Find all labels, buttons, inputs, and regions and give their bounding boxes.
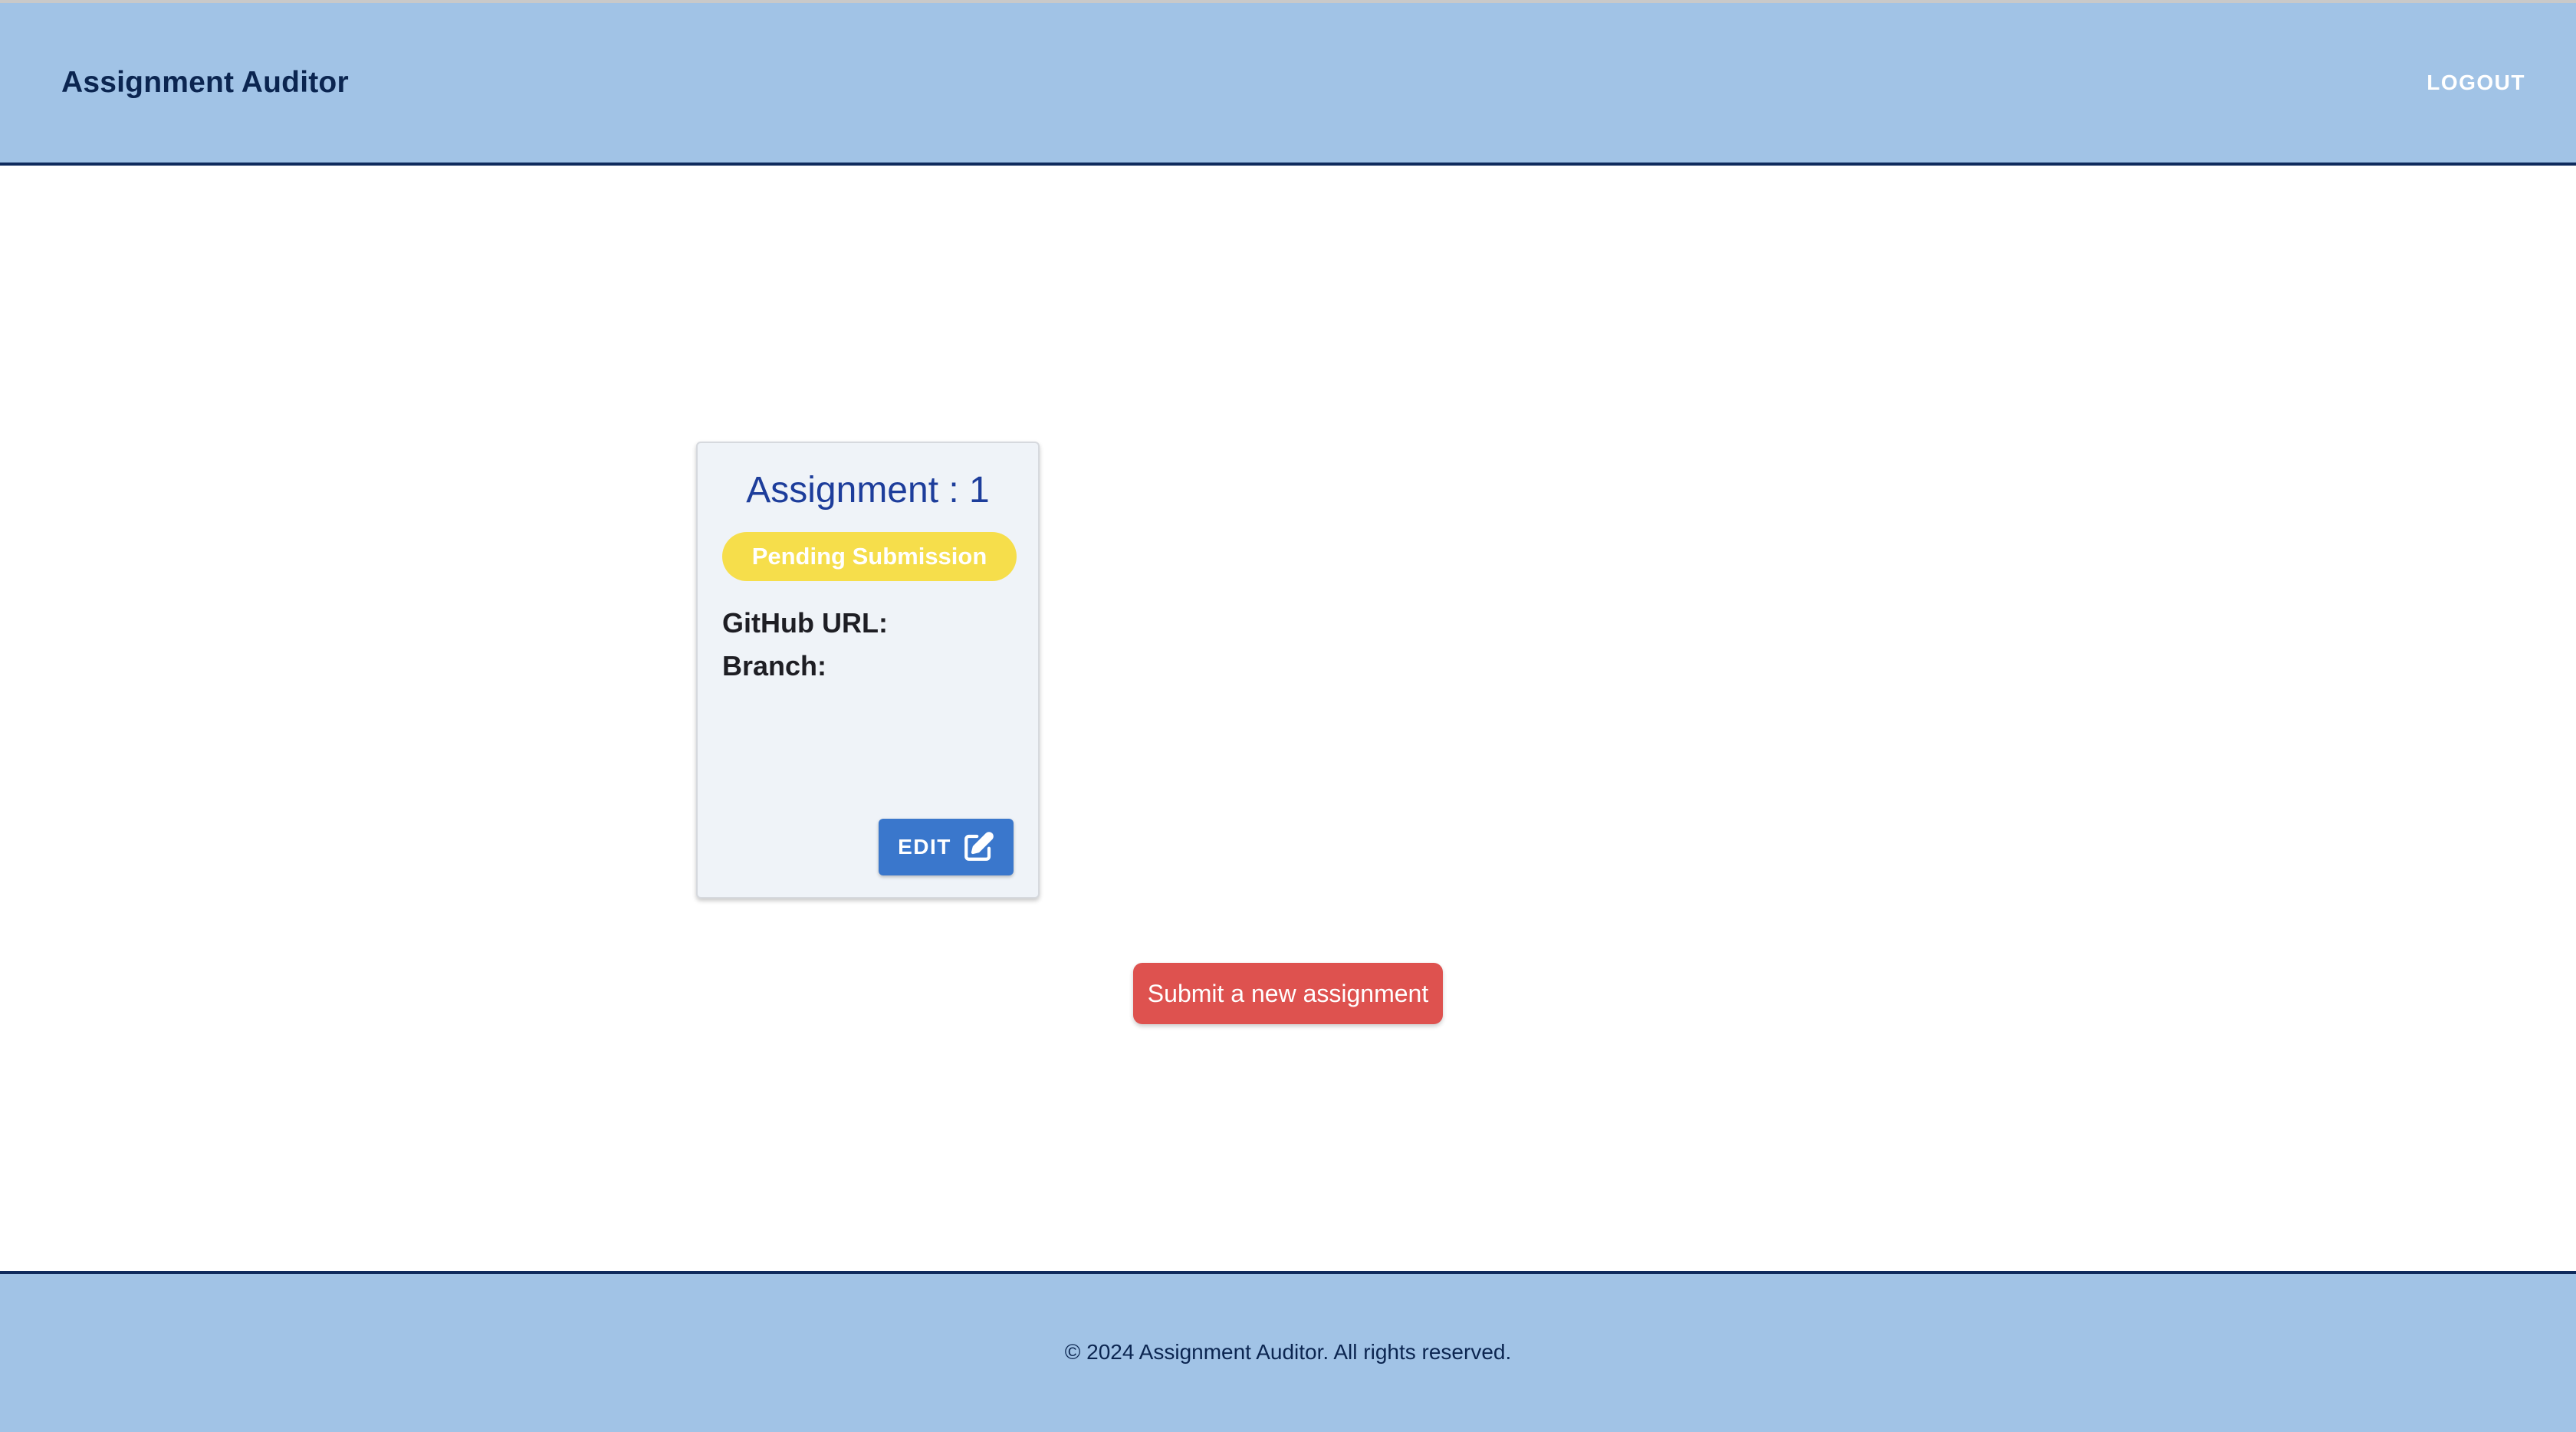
- submit-new-assignment-button[interactable]: Submit a new assignment: [1133, 963, 1443, 1024]
- app-header: Assignment Auditor LOGOUT: [0, 3, 2576, 166]
- github-url-label: GitHub URL:: [722, 607, 888, 639]
- edit-button-label: EDIT: [898, 835, 951, 859]
- logout-button[interactable]: LOGOUT: [2426, 71, 2525, 95]
- edit-button[interactable]: EDIT: [879, 819, 1014, 875]
- assignment-title: Assignment : 1: [746, 470, 990, 511]
- app-title: Assignment Auditor: [61, 66, 349, 99]
- branch-label: Branch:: [722, 650, 827, 682]
- edit-icon: [962, 831, 994, 863]
- footer-copyright: © 2024 Assignment Auditor. All rights re…: [1064, 1340, 1512, 1364]
- app-footer: © 2024 Assignment Auditor. All rights re…: [0, 1271, 2576, 1432]
- status-badge: Pending Submission: [722, 532, 1017, 581]
- assignment-card: Assignment : 1 Pending Submission GitHub…: [696, 442, 1040, 898]
